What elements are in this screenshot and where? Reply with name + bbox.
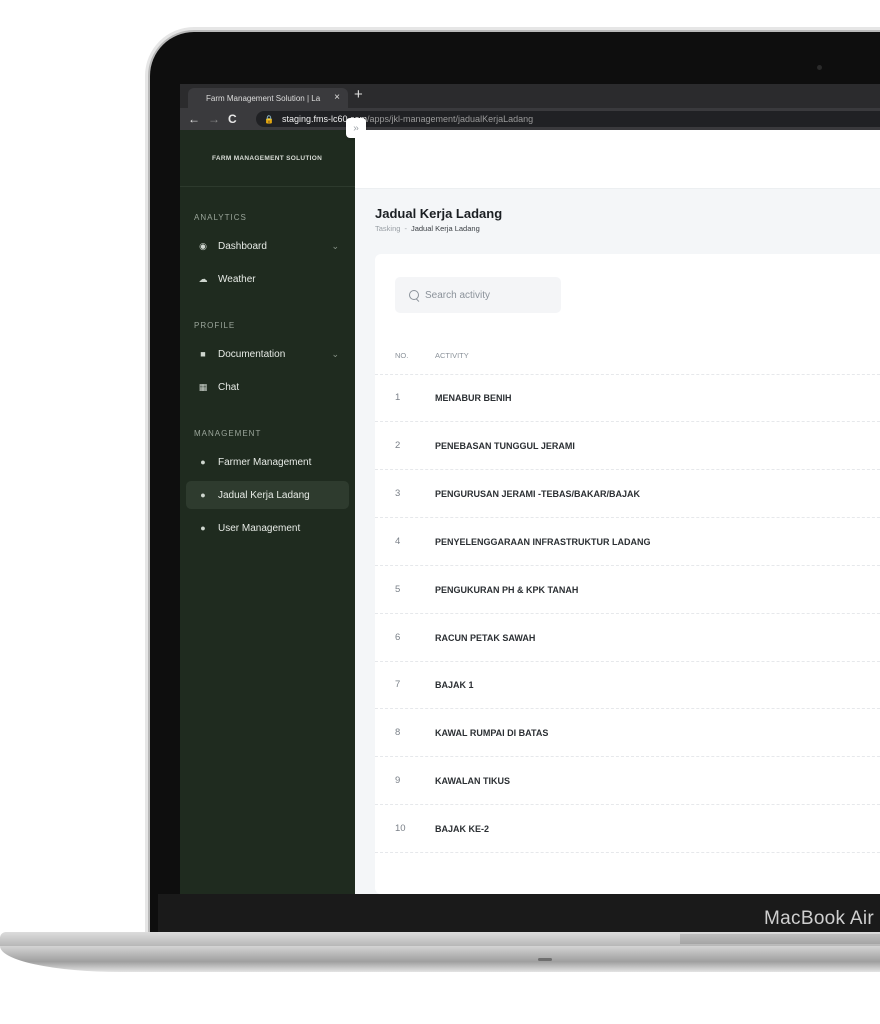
table-row[interactable]: 3 PENGURUSAN JERAMI -TEBAS/BAKAR/BAJAK	[375, 470, 880, 518]
laptop-hinge	[680, 934, 880, 944]
sidebar: FARM MANAGEMENT SOLUTION ANALYTICS ◉ Das…	[180, 130, 355, 894]
breadcrumb-item-current: Jadual Kerja Ladang	[410, 224, 480, 233]
folder-icon: ■	[200, 349, 206, 359]
table-row[interactable]: 6 RACUN PETAK SAWAH	[375, 614, 880, 662]
table-header: NO. ACTIVITY	[375, 336, 880, 375]
laptop-base-front	[0, 946, 880, 972]
row-number: 2	[395, 440, 401, 451]
search-placeholder: Search activity	[425, 289, 491, 301]
forward-icon[interactable]: →	[208, 112, 220, 126]
screen: Farm Management Solution | La × + ← → C …	[180, 84, 880, 894]
table-row[interactable]: 9 KAWALAN TIKUS	[375, 757, 880, 805]
sidebar-item-documentation[interactable]: ■ Documentation ⌄	[186, 340, 349, 368]
lock-icon: 🔒	[264, 114, 274, 124]
row-activity: BAJAK 1	[435, 679, 474, 690]
weather-icon: ☁	[198, 273, 208, 284]
column-header-no[interactable]: NO.	[375, 351, 435, 360]
search-icon	[409, 290, 419, 300]
row-number: 7	[395, 679, 401, 690]
row-number: 8	[395, 727, 401, 738]
new-tab-button[interactable]: +	[354, 86, 363, 103]
schedule-icon: ●	[200, 490, 206, 500]
laptop-foot	[538, 958, 552, 961]
row-activity: RACUN PETAK SAWAH	[435, 632, 536, 643]
row-activity: PENYELENGGARAAN INFRASTRUKTUR LADANG	[435, 536, 651, 547]
page-title: Jadual Kerja Ladang	[375, 206, 503, 221]
section-profile: PROFILE	[194, 321, 236, 330]
table-row[interactable]: 5 PENGUKURAN PH & KPK TANAH	[375, 566, 880, 614]
sidebar-item-user-management[interactable]: ● User Management	[186, 514, 349, 542]
farmer-icon: ●	[200, 457, 206, 467]
browser-tab[interactable]: Farm Management Solution | La ×	[188, 88, 348, 108]
address-bar-row: ← → C 🔒 staging.fms-lc60.com/apps/jkl-ma…	[180, 108, 880, 130]
table-row[interactable]: 2 PENEBASAN TUNGGUL JERAMI	[375, 422, 880, 470]
table-row[interactable]: 4 PENYELENGGARAAN INFRASTRUKTUR LADANG	[375, 518, 880, 566]
row-activity: PENGUKURAN PH & KPK TANAH	[435, 584, 579, 595]
dashboard-icon: ◉	[199, 240, 207, 251]
breadcrumb-separator: -	[404, 224, 407, 233]
row-number: 9	[395, 775, 401, 786]
chat-icon: ▦	[198, 381, 208, 392]
breadcrumb-item-tasking[interactable]: Tasking	[375, 224, 400, 233]
sidebar-item-label: User Management	[218, 522, 301, 534]
reload-icon[interactable]: C	[228, 112, 237, 126]
top-header	[355, 130, 880, 189]
row-activity: KAWAL RUMPAI DI BATAS	[435, 727, 549, 738]
row-number: 6	[395, 632, 401, 643]
row-number: 5	[395, 584, 401, 595]
back-icon[interactable]: ←	[188, 112, 200, 126]
table-row[interactable]: 8 KAWAL RUMPAI DI BATAS	[375, 709, 880, 757]
sidebar-item-label: Weather	[218, 273, 256, 285]
row-activity: MENABUR BENIH	[435, 392, 512, 403]
sidebar-item-label: Dashboard	[218, 240, 267, 252]
tab-title: Farm Management Solution | La	[206, 93, 321, 103]
activity-card: Search activity NO. ACTIVITY 1 MENABUR BE…	[375, 254, 880, 894]
sidebar-item-label: Documentation	[218, 348, 286, 360]
row-activity: PENGURUSAN JERAMI -TEBAS/BAKAR/BAJAK	[435, 488, 641, 499]
table-row[interactable]: 7 BAJAK 1	[375, 661, 880, 709]
section-management: MANAGEMENT	[194, 429, 262, 438]
chevron-down-icon: ⌄	[331, 240, 339, 251]
app-logo-text: FARM MANAGEMENT SOLUTION	[180, 130, 355, 187]
sidebar-item-label: Chat	[218, 381, 240, 393]
chevron-down-icon: ⌄	[331, 348, 339, 359]
row-activity: KAWALAN TIKUS	[435, 775, 510, 786]
column-header-activity[interactable]: ACTIVITY	[435, 351, 469, 360]
section-analytics: ANALYTICS	[194, 213, 247, 222]
table-row[interactable]: 1 MENABUR BENIH	[375, 374, 880, 422]
breadcrumb: Tasking - Jadual Kerja Ladang	[375, 224, 480, 233]
search-input[interactable]: Search activity	[395, 277, 561, 313]
sidebar-item-chat[interactable]: ▦ Chat	[186, 373, 349, 401]
row-activity: PENEBASAN TUNGGUL JERAMI	[435, 440, 575, 451]
sidebar-item-weather[interactable]: ☁ Weather	[186, 265, 349, 293]
sidebar-item-label: Jadual Kerja Ladang	[218, 489, 310, 501]
url-path: /apps/jkl-management/jadualKerjaLadang	[367, 114, 534, 124]
camera-icon	[817, 65, 822, 70]
row-number: 10	[395, 823, 406, 834]
sidebar-item-dashboard[interactable]: ◉ Dashboard ⌄	[186, 232, 349, 260]
close-tab-icon[interactable]: ×	[334, 92, 340, 103]
sidebar-item-farmer-management[interactable]: ● Farmer Management	[186, 448, 349, 476]
main-content: Jadual Kerja Ladang Tasking - Jadual Kerja…	[355, 130, 880, 894]
row-number: 4	[395, 536, 401, 547]
browser-tab-bar: Farm Management Solution | La × +	[180, 84, 880, 108]
sidebar-item-label: Farmer Management	[218, 456, 312, 468]
row-number: 3	[395, 488, 401, 499]
device-brand-label: MacBook Air	[764, 908, 874, 929]
table-row[interactable]: 10 BAJAK KE-2	[375, 805, 880, 853]
row-activity: BAJAK KE-2	[435, 823, 490, 834]
row-number: 1	[395, 392, 401, 403]
user-icon: ●	[200, 523, 206, 533]
sidebar-item-jadual-kerja-ladang[interactable]: ● Jadual Kerja Ladang	[186, 481, 349, 509]
